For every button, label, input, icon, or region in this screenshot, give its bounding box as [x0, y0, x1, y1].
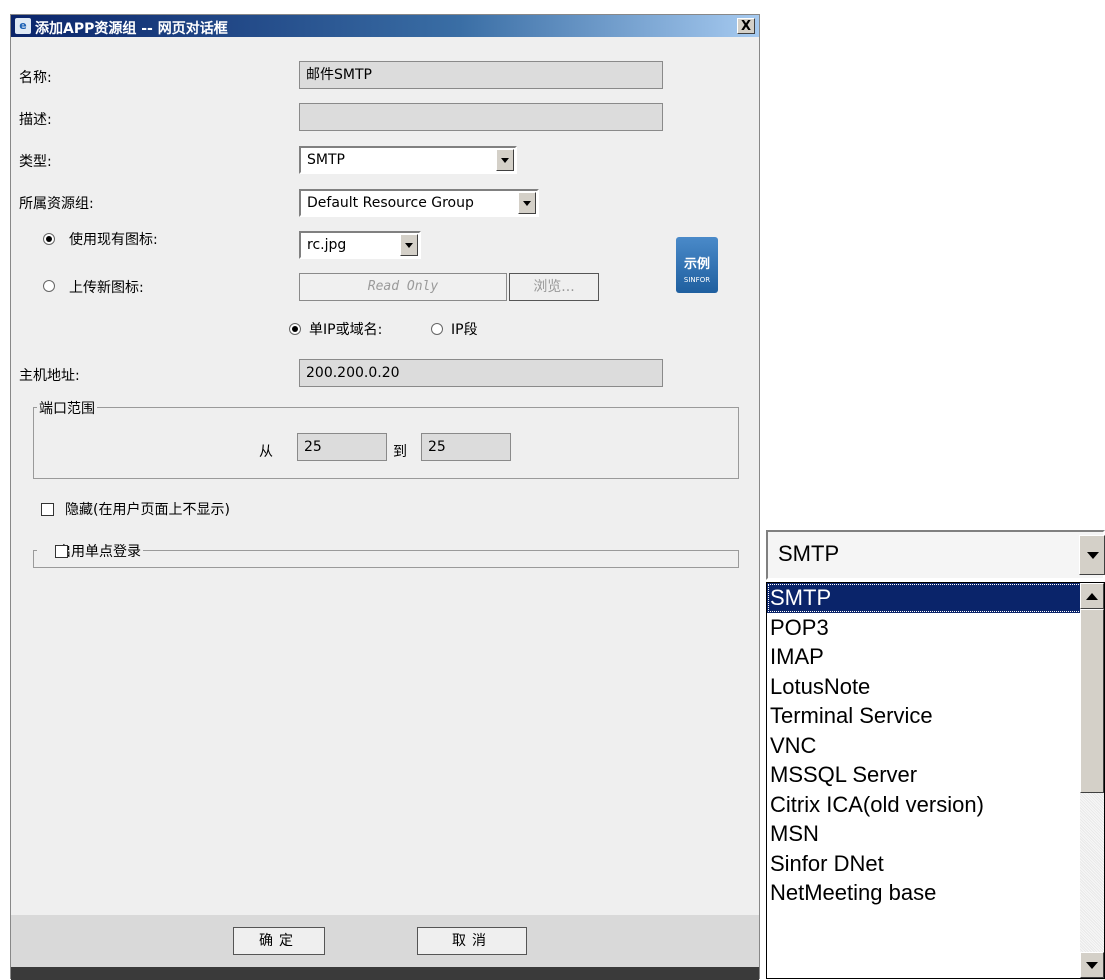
description-field[interactable]: [299, 103, 663, 131]
type-select-value: SMTP: [307, 152, 345, 168]
resource-group-select[interactable]: Default Resource Group: [299, 189, 539, 217]
type-dropdown-current: SMTP: [778, 541, 840, 566]
sample-icon-text: 示例: [683, 257, 710, 272]
type-dropdown-list: SMTP POP3 IMAP LotusNote Terminal Service VNC…: [766, 582, 1105, 979]
dropdown-option[interactable]: Citrix ICA(old version): [767, 790, 1104, 820]
dropdown-scrollbar[interactable]: [1080, 583, 1104, 978]
hide-label: 隐藏(在用户页面上不显示): [65, 502, 230, 518]
dialog-footer: 确定 取消: [11, 915, 759, 967]
port-to-field[interactable]: 25: [421, 433, 511, 461]
type-label: 类型:: [19, 154, 52, 170]
browse-button[interactable]: 浏览...: [509, 273, 599, 301]
port-from-field[interactable]: 25: [297, 433, 387, 461]
sample-icon: 示例 SINFOR: [676, 237, 718, 293]
ie-page-icon: e: [15, 18, 31, 34]
dropdown-option[interactable]: Sinfor DNet: [767, 849, 1104, 879]
hide-checkbox[interactable]: [41, 503, 54, 516]
window-bottom-edge: [11, 967, 759, 980]
add-app-resource-dialog: e 添加APP资源组 -- 网页对话框 X 名称: 邮件SMTP 描述: 类型:…: [10, 14, 760, 980]
chevron-down-icon[interactable]: [1079, 535, 1105, 575]
ok-button[interactable]: 确定: [233, 927, 325, 955]
name-label: 名称:: [19, 70, 52, 86]
upload-file-field[interactable]: Read Only: [299, 273, 507, 301]
sso-checkbox[interactable]: [55, 545, 68, 558]
resource-group-value: Default Resource Group: [307, 195, 474, 211]
resource-group-label: 所属资源组:: [19, 196, 94, 212]
close-button[interactable]: X: [737, 18, 755, 34]
dropdown-option[interactable]: MSSQL Server: [767, 760, 1104, 790]
upload-new-icon-label: 上传新图标:: [69, 280, 144, 296]
dropdown-options: SMTP POP3 IMAP LotusNote Terminal Service VNC…: [767, 583, 1104, 908]
dropdown-option[interactable]: NetMeeting base: [767, 878, 1104, 908]
dialog-title: 添加APP资源组 -- 网页对话框: [35, 21, 228, 37]
chevron-down-icon[interactable]: [400, 234, 418, 256]
dropdown-option[interactable]: LotusNote: [767, 672, 1104, 702]
dropdown-option[interactable]: VNC: [767, 731, 1104, 761]
upload-new-icon-radio[interactable]: [43, 280, 55, 292]
port-to-label: 到: [393, 444, 407, 460]
host-address-field[interactable]: 200.200.0.20: [299, 359, 663, 387]
chevron-down-icon[interactable]: [518, 192, 536, 214]
use-existing-icon-radio[interactable]: [43, 233, 55, 245]
type-select[interactable]: SMTP: [299, 146, 517, 174]
sso-label: 启用单点登录: [57, 544, 141, 560]
use-existing-icon-label: 使用现有图标:: [69, 232, 158, 248]
sso-legend: 启用单点登录: [37, 541, 143, 561]
port-range-legend: 端口范围: [37, 398, 97, 418]
dropdown-option[interactable]: Terminal Service: [767, 701, 1104, 731]
single-ip-label: 单IP或域名:: [309, 322, 383, 338]
description-label: 描述:: [19, 112, 52, 128]
name-field[interactable]: 邮件SMTP: [299, 61, 663, 89]
ip-range-radio[interactable]: [431, 323, 443, 335]
scroll-up-icon[interactable]: [1080, 583, 1104, 609]
port-from-label: 从: [259, 444, 273, 460]
icon-select-value: rc.jpg: [307, 237, 347, 253]
scrollbar-thumb[interactable]: [1080, 609, 1104, 793]
cancel-button[interactable]: 取消: [417, 927, 527, 955]
chevron-down-icon[interactable]: [496, 149, 514, 171]
sample-icon-brand: SINFOR: [683, 276, 711, 284]
type-dropdown-field[interactable]: SMTP: [766, 530, 1105, 580]
single-ip-radio[interactable]: [289, 323, 301, 335]
title-bar[interactable]: e 添加APP资源组 -- 网页对话框 X: [11, 15, 759, 37]
scroll-down-icon[interactable]: [1080, 952, 1104, 978]
icon-select[interactable]: rc.jpg: [299, 231, 421, 259]
dropdown-option[interactable]: SMTP: [767, 583, 1104, 613]
dropdown-option[interactable]: POP3: [767, 613, 1104, 643]
ip-range-label: IP段: [451, 322, 478, 338]
dropdown-option[interactable]: IMAP: [767, 642, 1104, 672]
host-address-label: 主机地址:: [19, 368, 80, 384]
dropdown-option[interactable]: MSN: [767, 819, 1104, 849]
